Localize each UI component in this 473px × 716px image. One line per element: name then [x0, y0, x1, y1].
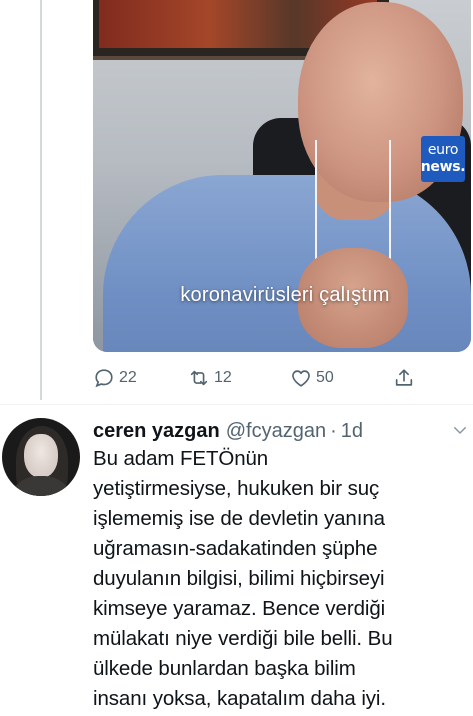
- chevron-down-icon[interactable]: [451, 421, 469, 439]
- euronews-logo: euro news.: [420, 136, 466, 182]
- tweet-text: Bu adam FETÖnün yetiştirmesiyse, hukuken…: [93, 447, 393, 710]
- avatar-face: [24, 434, 58, 478]
- retweet-button[interactable]: 12: [188, 366, 232, 390]
- share-icon: [395, 369, 413, 386]
- logo-line-2: news.: [420, 159, 466, 175]
- avatar[interactable]: [2, 418, 80, 496]
- person-shirt: [103, 175, 471, 352]
- reply-count: 22: [119, 369, 137, 386]
- share-button[interactable]: [393, 366, 419, 390]
- retweet-count: 12: [214, 369, 232, 386]
- reply-icon: [95, 369, 113, 388]
- display-name[interactable]: ceren yazgan: [93, 420, 220, 443]
- tweet-divider: [0, 404, 473, 405]
- retweet-icon: [190, 370, 208, 386]
- like-count: 50: [316, 369, 334, 386]
- reply-button[interactable]: 22: [93, 366, 137, 390]
- video-caption: koronavirüsleri çalıştım: [180, 284, 390, 306]
- user-handle[interactable]: @fcyazgan: [226, 420, 326, 443]
- header-separator: ·: [330, 419, 337, 442]
- like-button[interactable]: 50: [290, 366, 334, 390]
- thread-line: [40, 0, 42, 400]
- like-icon: [292, 370, 310, 387]
- logo-line-1: euro: [427, 142, 459, 158]
- tweet-action-bar: 22 12 50: [93, 366, 423, 390]
- tweet-header: ceren yazgan @fcyazgan · 1d: [93, 419, 473, 443]
- video-thumbnail[interactable]: euro news. koronavirüsleri çalıştım: [93, 0, 471, 352]
- tweet-timestamp[interactable]: 1d: [341, 420, 363, 443]
